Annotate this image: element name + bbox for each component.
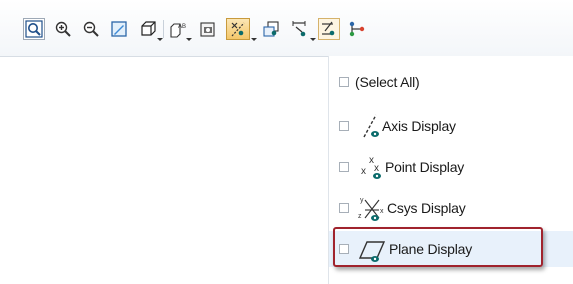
node-display-icon[interactable] [346,18,368,40]
svg-text:x: x [374,163,379,174]
repaint-icon[interactable] [108,18,130,40]
datum-filters-dropdown-icon[interactable] [251,38,257,41]
menu-item-label: Csys Display [387,200,466,216]
csys-display-icon: y z x [357,193,387,223]
toolbar-separator [163,20,164,38]
svg-text:y: y [360,197,364,204]
point-display-checkbox[interactable] [339,162,349,172]
zoom-in-icon[interactable] [52,18,74,40]
spin-center-icon[interactable] [260,18,282,40]
zoom-out-icon[interactable] [80,18,102,40]
menu-item-label: Point Display [385,159,465,175]
menu-item-label: Plane Display [389,241,472,257]
menu-item-plane-display[interactable]: Plane Display [329,231,573,267]
svg-text:AB: AB [178,24,186,30]
datum-display-filters-menu: (Select All) Axis Display x x x Point Di… [328,56,573,284]
csys-display-checkbox[interactable] [339,203,349,213]
datum-display-filters-icon[interactable] [226,18,250,40]
saved-orientations-dropdown-icon[interactable] [186,38,192,41]
axis-tag-display-icon[interactable] [318,18,340,40]
menu-item-axis-display[interactable]: Axis Display [329,108,573,144]
menu-item-csys-display[interactable]: y z x Csys Display [329,190,573,226]
plane-display-checkbox[interactable] [339,244,349,254]
graphics-toolbar: AB [0,0,573,57]
svg-text:z: z [358,213,362,220]
menu-item-label: Axis Display [382,118,456,134]
view-manager-icon[interactable] [197,18,219,40]
annotation-dropdown-icon[interactable] [310,38,316,41]
menu-item-label: (Select All) [355,74,420,90]
annotation-display-icon[interactable] [289,18,311,40]
refit-icon[interactable] [23,18,45,40]
display-style-dropdown-icon[interactable] [157,38,163,41]
svg-text:x: x [361,166,366,177]
svg-text:x: x [380,208,384,215]
axis-display-checkbox[interactable] [339,121,349,131]
plane-display-icon [357,234,387,264]
menu-item-point-display[interactable]: x x x Point Display [329,149,573,185]
display-style-icon[interactable] [137,18,159,40]
saved-orientations-icon[interactable]: AB [167,18,189,40]
menu-item-select-all[interactable]: (Select All) [329,64,573,100]
select-all-checkbox[interactable] [339,77,349,87]
app-root: AB (Select All) Axis Display x x x Point… [0,0,573,284]
